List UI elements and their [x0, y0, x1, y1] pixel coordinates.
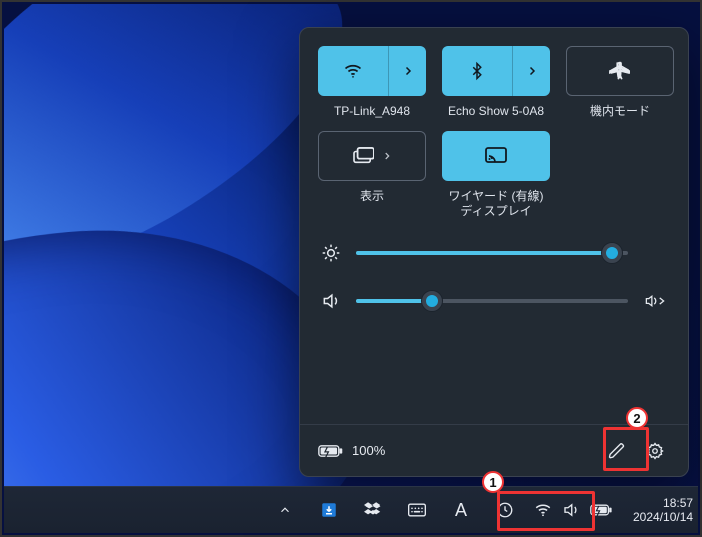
tile-wifi[interactable] [318, 46, 426, 96]
tile-airplane-wrap: 機内モード [566, 46, 674, 119]
chevron-up-icon [278, 503, 292, 517]
volume-row [320, 291, 668, 311]
bluetooth-icon [468, 61, 486, 81]
tray-app-downloads[interactable] [308, 490, 350, 530]
volume-chevron-icon [644, 293, 666, 309]
taskbar-center: A [4, 490, 526, 530]
tile-wifi-toggle[interactable] [318, 46, 388, 96]
taskbar: A 18:57 2024/10/14 [4, 486, 698, 533]
tile-wifi-expand[interactable] [388, 46, 426, 96]
chevron-right-icon [526, 65, 538, 77]
quick-settings-tiles: TP-Link_A948 Echo Show 5-0A8 [318, 46, 670, 219]
tray-app-dropbox[interactable] [352, 490, 394, 530]
tile-cast-label: ワイヤード (有線) ディスプレイ [449, 189, 544, 219]
tile-bluetooth-wrap: Echo Show 5-0A8 [442, 46, 550, 119]
pencil-icon [608, 442, 626, 460]
airplane-icon [609, 60, 631, 82]
brightness-row [320, 243, 668, 263]
tile-bluetooth-toggle[interactable] [442, 46, 512, 96]
chevron-right-icon [402, 65, 414, 77]
edit-quick-settings-button[interactable] [598, 433, 636, 469]
sliders-section [318, 233, 670, 311]
ime-a-icon: A [455, 500, 467, 521]
tile-bluetooth-label: Echo Show 5-0A8 [448, 104, 544, 119]
wifi-icon [343, 61, 363, 81]
tile-bluetooth[interactable] [442, 46, 550, 96]
volume-icon [562, 501, 580, 519]
tile-airplane-label: 機内モード [590, 104, 650, 119]
tray-clock-sync[interactable] [484, 490, 526, 530]
battery-icon [318, 443, 344, 459]
tile-airplane[interactable] [566, 46, 674, 96]
tile-cast-wrap: ワイヤード (有線) ディスプレイ [442, 131, 550, 219]
tray-ime[interactable]: A [440, 490, 482, 530]
volume-slider[interactable] [356, 291, 628, 311]
tile-wifi-label: TP-Link_A948 [334, 104, 410, 119]
volume-icon [320, 291, 342, 311]
tile-wifi-wrap: TP-Link_A948 [318, 46, 426, 119]
clock-icon [496, 501, 514, 519]
quick-settings-panel: TP-Link_A948 Echo Show 5-0A8 [299, 27, 689, 477]
tile-bluetooth-expand[interactable] [512, 46, 550, 96]
cast-icon [484, 146, 508, 166]
keyboard-icon [407, 502, 427, 518]
battery-icon [590, 503, 614, 517]
audio-output-arrow[interactable] [642, 293, 668, 309]
tray-touch-keyboard[interactable] [396, 490, 438, 530]
system-status-area[interactable] [526, 493, 622, 527]
dropbox-icon [364, 501, 382, 519]
wifi-icon [534, 501, 552, 519]
battery-status[interactable]: 100% [318, 443, 385, 459]
brightness-icon [320, 243, 342, 263]
taskbar-overflow-chevron[interactable] [264, 490, 306, 530]
tile-project-label: 表示 [360, 189, 384, 204]
download-box-icon [320, 501, 338, 519]
chevron-right-icon [382, 151, 392, 161]
battery-text: 100% [352, 443, 385, 458]
clock-date: 2024/10/14 [633, 510, 693, 524]
taskbar-clock[interactable]: 18:57 2024/10/14 [623, 496, 702, 524]
tile-project-wrap: 表示 [318, 131, 426, 219]
tile-project[interactable] [318, 131, 426, 181]
clock-time: 18:57 [633, 496, 693, 510]
gear-icon [646, 442, 664, 460]
brightness-slider[interactable] [356, 243, 628, 263]
tile-cast[interactable] [442, 131, 550, 181]
system-tray: 18:57 2024/10/14 [526, 487, 702, 533]
all-settings-button[interactable] [636, 433, 674, 469]
quick-settings-footer: 100% [300, 424, 688, 476]
project-icon [352, 147, 374, 165]
